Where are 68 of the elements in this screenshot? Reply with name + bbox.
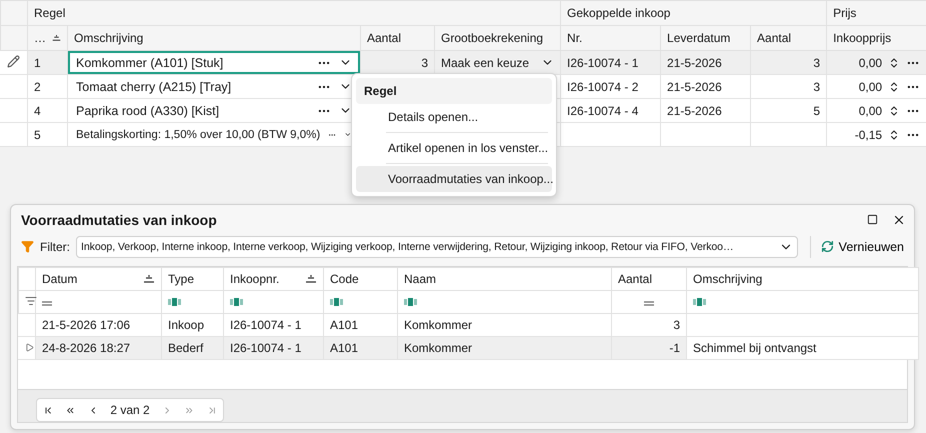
dialog-title: Voorraadmutaties van inkoop <box>21 212 217 228</box>
table-cell: 5 <box>813 104 820 118</box>
column-header[interactable]: Aantal <box>757 31 820 45</box>
equals-filter-icon[interactable] <box>42 301 52 306</box>
column-header[interactable]: Type <box>168 272 217 286</box>
text-filter-icon[interactable] <box>404 298 417 306</box>
table-cell: A101 <box>330 341 358 356</box>
table-cell: Komkommer <box>404 318 472 332</box>
table-cell: Inkoop <box>168 318 204 332</box>
table-cell: 21-5-2026 <box>667 56 722 70</box>
text-filter-icon[interactable] <box>230 298 243 306</box>
column-header[interactable]: Inkoopprijs <box>833 31 920 45</box>
table-cell: -1 <box>669 341 680 356</box>
text-filter-icon[interactable] <box>330 298 343 306</box>
column-header[interactable]: Aantal <box>618 272 680 286</box>
text-filter-icon[interactable] <box>693 298 706 306</box>
filter-icon <box>21 240 34 254</box>
column-header[interactable]: Aantal <box>367 31 428 45</box>
table-cell: I26-10074 - 1 <box>230 341 302 356</box>
menu-title: Regel <box>356 78 552 104</box>
refresh-button[interactable]: Vernieuwen <box>810 236 904 258</box>
column-header[interactable]: Grootboekrekening <box>441 31 554 45</box>
column-header[interactable]: Inkoopnr. <box>230 272 299 286</box>
table-cell: Schimmel bij ontvangst <box>693 341 816 356</box>
table-cell: Bederf <box>168 341 204 356</box>
table-cell: 21-5-2026 17:06 <box>42 318 130 332</box>
column-header[interactable]: Nr. <box>567 31 654 45</box>
maximize-icon[interactable] <box>867 214 878 226</box>
filter-select[interactable]: Inkoop, Verkoop, Interne inkoop, Interne verkoop, Wijziging verkoop, Interne verwijdering, Retour, Wijziging inkoop, Retour via FIFO, Verkoo… <box>76 236 798 258</box>
column-header[interactable]: Naam <box>404 272 605 286</box>
column-group-header: Regel <box>34 6 66 20</box>
table-cell: 21-5-2026 <box>667 80 722 94</box>
table-cell: 3 <box>673 318 680 332</box>
column-header[interactable]: … <box>34 31 46 45</box>
column-group-header: Gekoppelde inkoop <box>567 6 670 20</box>
column-header[interactable]: Code <box>330 272 391 286</box>
table-cell: 5 <box>34 128 41 142</box>
column-header[interactable]: Omschrijving <box>74 31 354 45</box>
filter-icon[interactable] <box>25 294 37 307</box>
text-filter-icon[interactable] <box>168 298 181 306</box>
table-cell: 1 <box>34 56 41 70</box>
table-cell: A101 <box>330 318 358 332</box>
table-cell: 3 <box>421 56 428 70</box>
column-group-header: Prijs <box>833 6 856 20</box>
table-cell: 21-5-2026 <box>667 104 722 118</box>
filter-label: Filter: <box>40 240 70 254</box>
page-indicator: 2 van 2 <box>110 403 150 417</box>
table-cell: I26-10074 - 4 <box>567 104 638 118</box>
refresh-icon <box>820 240 834 254</box>
row-indicator-icon <box>25 343 34 352</box>
table-cell: I26-10074 - 1 <box>567 56 638 70</box>
table-cell: 3 <box>813 56 820 70</box>
table-row[interactable]: 24-8-2026 18:27 Bederf I26-10074 - 1 A101 Komkommer -1 Schimmel bij ontvangst <box>18 336 918 360</box>
table-row[interactable]: 21-5-2026 17:06 Inkoop I26-10074 - 1 A101 Komkommer 3 <box>18 314 918 337</box>
table-cell: 4 <box>34 104 41 118</box>
pencil-icon <box>7 54 20 68</box>
column-header[interactable]: Datum <box>42 272 137 286</box>
table-row[interactable]: 1 Komkommer (A101) [Stuk] 3 Maak een keuze I26-10074 - 1 21-5-2026 3 0,00 <box>0 50 926 74</box>
table-cell: I26-10074 - 2 <box>567 80 638 94</box>
table-cell: 3 <box>813 80 820 94</box>
equals-filter-icon[interactable] <box>644 301 654 306</box>
table-cell: 2 <box>34 80 41 94</box>
column-header[interactable]: Omschrijving <box>693 272 912 286</box>
menu-item[interactable]: Voorraadmutaties van inkoop... <box>356 166 552 192</box>
table-cell: 24-8-2026 18:27 <box>42 341 130 356</box>
table-cell: Komkommer <box>404 341 472 356</box>
table-cell: I26-10074 - 1 <box>230 318 302 332</box>
column-header[interactable]: Leverdatum <box>667 31 744 45</box>
